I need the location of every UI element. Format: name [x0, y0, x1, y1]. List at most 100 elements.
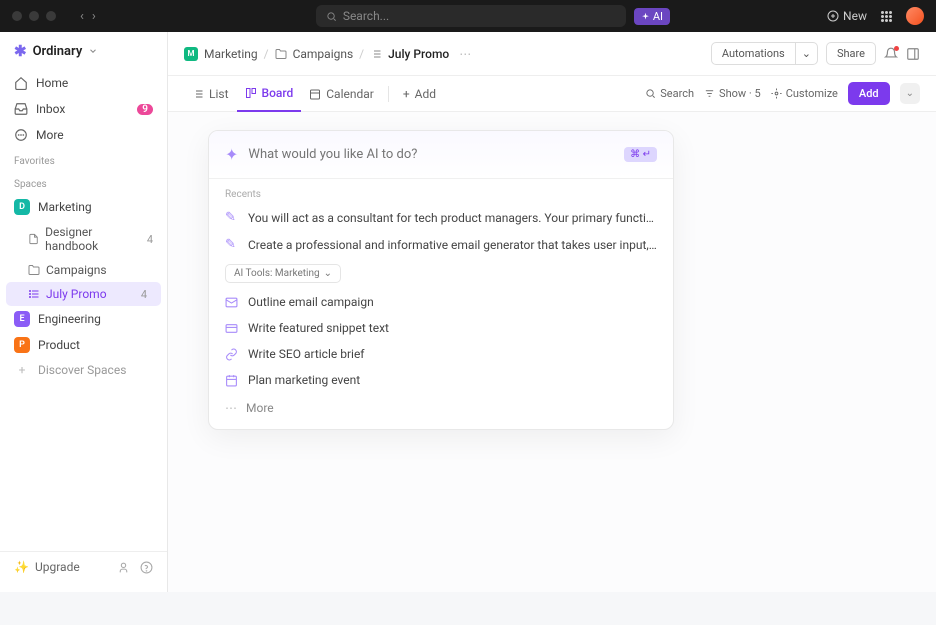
nav-more[interactable]: More — [0, 122, 167, 148]
folder-icon — [28, 264, 40, 276]
board-canvas: ✦ ⌘ ↵ Recents ✎ You will act as a consul… — [168, 112, 936, 592]
share-button[interactable]: Share — [826, 42, 876, 65]
recent-prompt[interactable]: ✎ You will act as a consultant for tech … — [209, 204, 673, 231]
inbox-icon — [14, 102, 28, 116]
global-search[interactable]: Search... — [316, 5, 626, 27]
sidebar-list-july-promo[interactable]: July Promo 4 — [6, 282, 161, 306]
upgrade-button[interactable]: Upgrade — [35, 560, 80, 574]
breadcrumb-space[interactable]: Marketing — [204, 47, 258, 61]
calendar-icon — [225, 374, 239, 387]
ai-tool-seo[interactable]: Write SEO article brief — [209, 341, 673, 367]
views-customize[interactable]: Customize — [771, 87, 838, 100]
calendar-view-icon — [309, 88, 321, 100]
add-task-dropdown[interactable]: ⌄ — [900, 83, 920, 104]
breadcrumb-more-icon[interactable]: ⋯ — [459, 47, 471, 61]
automations-dropdown[interactable]: ⌄ — [796, 42, 818, 65]
panel-icon[interactable] — [906, 47, 920, 61]
board-view-icon — [245, 87, 257, 99]
space-icon: D — [14, 199, 30, 215]
tab-list[interactable]: List — [184, 77, 237, 111]
ai-tool-event[interactable]: Plan marketing event — [209, 367, 673, 393]
spaces-label: Spaces — [0, 171, 167, 194]
ai-input-row: ✦ ⌘ ↵ — [209, 131, 673, 179]
ai-more[interactable]: ⋯ More — [209, 393, 673, 429]
chevron-down-icon — [88, 46, 98, 56]
breadcrumb-folder[interactable]: Campaigns — [293, 47, 354, 61]
workspace-switcher[interactable]: ✱ Ordinary — [0, 42, 167, 70]
breadcrumb-space-icon: M — [184, 47, 198, 61]
user-icon[interactable] — [117, 561, 130, 574]
sparkle-icon — [641, 12, 650, 21]
window-controls[interactable] — [12, 11, 56, 21]
discover-spaces[interactable]: + Discover Spaces — [0, 358, 167, 382]
ai-button[interactable]: AI — [634, 8, 670, 25]
space-engineering[interactable]: E Engineering — [0, 306, 167, 332]
link-icon — [225, 348, 239, 361]
apps-icon[interactable] — [881, 11, 892, 22]
tab-board[interactable]: Board — [237, 76, 302, 112]
pencil-icon: ✎ — [225, 210, 239, 225]
plus-icon: + — [403, 87, 410, 101]
nav-inbox[interactable]: Inbox 9 — [0, 96, 167, 122]
recents-label: Recents — [209, 179, 673, 204]
sidebar-folder-campaigns[interactable]: Campaigns — [0, 258, 167, 282]
nav-home[interactable]: Home — [0, 70, 167, 96]
list-icon — [28, 288, 40, 300]
sparkle-icon: ✦ — [225, 145, 238, 164]
views-search[interactable]: Search — [645, 87, 694, 100]
chevron-down-icon: ⌄ — [324, 268, 332, 279]
ai-tool-outline-email[interactable]: Outline email campaign — [209, 289, 673, 315]
ai-prompt-input[interactable] — [248, 147, 614, 162]
back-button[interactable]: ‹ — [80, 9, 84, 24]
titlebar: ‹ › Search... AI New — [0, 0, 936, 32]
sparkle-icon: ✨ — [14, 560, 29, 574]
list-icon — [370, 48, 382, 60]
ai-tool-snippet[interactable]: Write featured snippet text — [209, 315, 673, 341]
views-tabs: List Board Calendar + Add Search — [168, 76, 936, 112]
list-view-icon — [192, 88, 204, 100]
sidebar: ✱ Ordinary Home Inbox 9 More Favorites S… — [0, 32, 168, 592]
space-icon: E — [14, 311, 30, 327]
space-marketing[interactable]: D Marketing — [0, 194, 167, 220]
automations-button[interactable]: Automations — [711, 42, 796, 65]
inbox-badge: 9 — [137, 104, 153, 115]
settings-icon — [771, 88, 782, 99]
forward-button[interactable]: › — [92, 9, 96, 24]
home-icon — [14, 76, 28, 90]
add-task-button[interactable]: Add — [848, 82, 890, 105]
document-icon — [28, 233, 39, 245]
filter-icon — [704, 88, 715, 99]
help-icon[interactable] — [140, 561, 153, 574]
add-view-button[interactable]: + Add — [395, 77, 444, 111]
sidebar-footer: ✨ Upgrade — [0, 551, 167, 582]
keyboard-shortcut: ⌘ ↵ — [624, 147, 657, 162]
main-content: M Marketing / Campaigns / July Promo ⋯ A… — [168, 32, 936, 592]
plus-circle-icon — [827, 10, 839, 22]
search-placeholder: Search... — [343, 9, 389, 23]
search-icon — [326, 11, 337, 22]
space-icon: P — [14, 337, 30, 353]
folder-icon — [275, 48, 287, 60]
search-icon — [645, 88, 656, 99]
favorites-label: Favorites — [0, 148, 167, 171]
user-avatar[interactable] — [906, 7, 924, 25]
tab-calendar[interactable]: Calendar — [301, 77, 382, 111]
plus-icon: + — [14, 363, 30, 377]
breadcrumb-row: M Marketing / Campaigns / July Promo ⋯ A… — [168, 32, 936, 76]
sidebar-doc-designer-handbook[interactable]: Designer handbook 4 — [0, 220, 167, 258]
nav-arrows: ‹ › — [80, 9, 96, 24]
ai-tools-chip[interactable]: AI Tools: Marketing ⌄ — [225, 264, 341, 283]
breadcrumb-list[interactable]: July Promo — [388, 47, 449, 61]
pencil-icon: ✎ — [225, 237, 239, 252]
space-product[interactable]: P Product — [0, 332, 167, 358]
card-icon — [225, 322, 239, 335]
mail-icon — [225, 296, 239, 309]
views-show[interactable]: Show · 5 — [704, 87, 761, 100]
new-button[interactable]: New — [827, 9, 867, 23]
more-icon — [14, 128, 28, 142]
notification-icon[interactable] — [884, 47, 898, 61]
recent-prompt[interactable]: ✎ Create a professional and informative … — [209, 231, 673, 258]
workspace-logo-icon: ✱ — [14, 42, 27, 60]
ai-panel: ✦ ⌘ ↵ Recents ✎ You will act as a consul… — [208, 130, 674, 430]
ellipsis-icon: ⋯ — [225, 401, 237, 415]
